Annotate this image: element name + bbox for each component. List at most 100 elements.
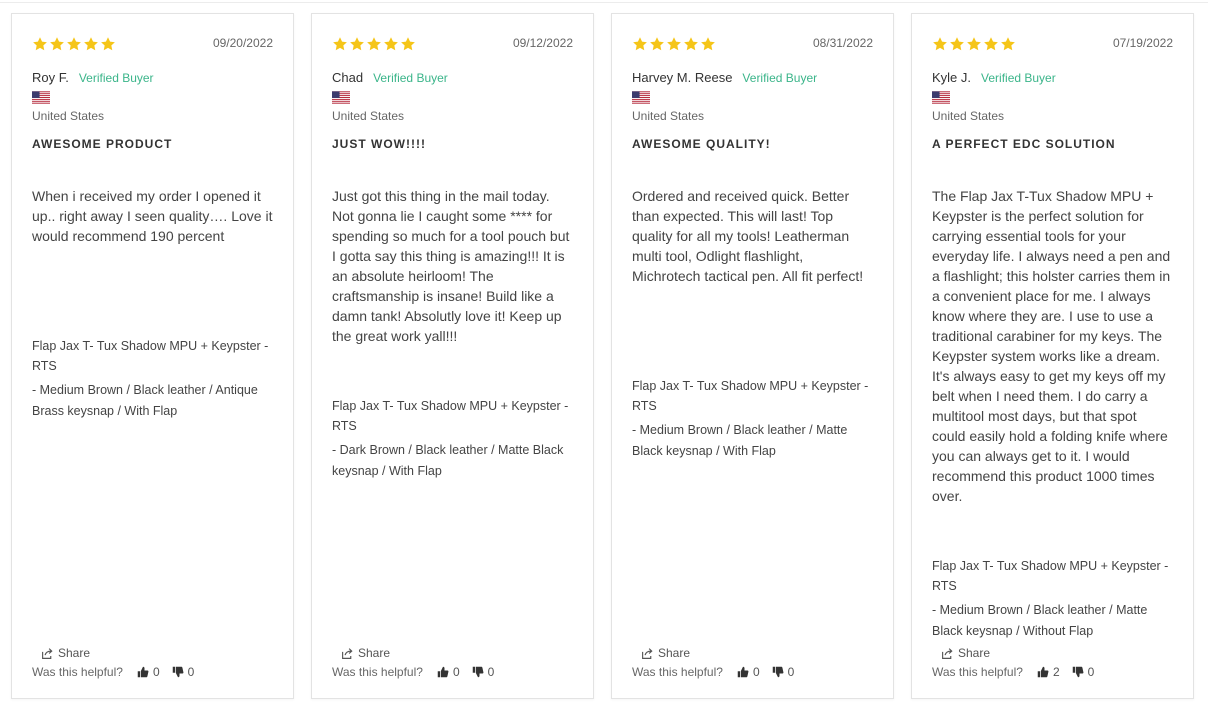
star-icon [700,36,716,52]
helpful-label: Was this helpful? [632,665,723,679]
share-label: Share [658,646,691,660]
us-flag-icon [932,91,950,104]
share-label: Share [58,646,91,660]
review-body: When i received my order I opened it up.… [32,188,273,244]
review-date: 07/19/2022 [1112,36,1173,50]
star-icon [983,36,999,52]
star-rating [632,36,716,52]
product-name: Flap Jax T- Tux Shadow MPU + Keypster - … [632,379,869,413]
helpful-row: Was this helpful? 0 0 [332,665,494,679]
product-variant: - Medium Brown / Black leather / Matte B… [632,423,848,458]
us-flag-icon [632,91,650,104]
reviewer-name: Kyle J. [932,70,972,85]
star-icon [332,36,348,52]
share-button[interactable]: Share [641,646,690,660]
helpful-row: Was this helpful? 2 0 [932,665,1094,679]
share-icon [341,647,354,660]
star-icon [83,36,99,52]
star-icon [349,36,365,52]
product-name: Flap Jax T- Tux Shadow MPU + Keypster - … [332,399,569,433]
review-title: AWESOME QUALITY! [632,137,771,151]
review-card: 07/19/2022 Kyle J. Verified Buyer United… [911,13,1194,699]
star-icon [100,36,116,52]
star-icon [649,36,665,52]
review-body: The Flap Jax T-Tux Shadow MPU + Keypster… [932,188,1171,504]
verified-badge: Verified Buyer [78,71,154,85]
star-icon [49,36,65,52]
reviewer-country: United States [32,109,105,123]
share-icon [641,647,654,660]
upvote-count: 2 [1052,665,1060,679]
top-divider [0,2,1208,3]
thumbs-down-icon[interactable] [172,666,184,678]
reviewer-name: Roy F. [32,70,69,85]
downvote-count: 0 [487,665,495,679]
upvote-count: 0 [752,665,760,679]
us-flag-icon [32,91,50,104]
helpful-label: Was this helpful? [32,665,123,679]
reviewer-name: Chad [332,70,364,85]
review-date: 09/12/2022 [512,36,573,50]
helpful-label: Was this helpful? [332,665,423,679]
review-card: 08/31/2022 Harvey M. Reese Verified Buye… [611,13,894,699]
review-card: 09/20/2022 Roy F. Verified Buyer United … [11,13,294,699]
star-rating [332,36,416,52]
thumbs-up-icon[interactable] [437,666,449,678]
reviewer-country: United States [632,109,705,123]
share-label: Share [358,646,391,660]
review-body: Just got this thing in the mail today. N… [332,188,570,344]
star-icon [683,36,699,52]
helpful-row: Was this helpful? 0 0 [32,665,194,679]
star-icon [383,36,399,52]
review-date: 09/20/2022 [212,36,273,50]
downvote-count: 0 [1087,665,1095,679]
review-date: 08/31/2022 [812,36,873,50]
star-icon [400,36,416,52]
reviewer-country: United States [332,109,405,123]
upvote-count: 0 [452,665,460,679]
share-label: Share [958,646,991,660]
star-icon [1000,36,1016,52]
thumbs-down-icon[interactable] [472,666,484,678]
verified-badge: Verified Buyer [742,71,818,85]
review-title: A PERFECT EDC SOLUTION [932,137,1116,151]
star-icon [966,36,982,52]
star-rating [932,36,1016,52]
star-icon [666,36,682,52]
product-name: Flap Jax T- Tux Shadow MPU + Keypster - … [932,559,1169,593]
product-variant: - Dark Brown / Black leather / Matte Bla… [332,443,564,478]
share-button[interactable]: Share [341,646,390,660]
downvote-count: 0 [787,665,795,679]
star-icon [932,36,948,52]
review-title: JUST WOW!!!! [332,137,426,151]
helpful-row: Was this helpful? 0 0 [632,665,794,679]
downvote-count: 0 [187,665,195,679]
thumbs-down-icon[interactable] [1072,666,1084,678]
reviewer-country: United States [932,109,1005,123]
product-variant: - Medium Brown / Black leather / Matte B… [932,603,1148,638]
product-name: Flap Jax T- Tux Shadow MPU + Keypster - … [32,339,269,373]
reviewer-name: Harvey M. Reese [632,70,733,85]
share-button[interactable]: Share [941,646,990,660]
star-icon [632,36,648,52]
star-icon [66,36,82,52]
us-flag-icon [332,91,350,104]
thumbs-up-icon[interactable] [737,666,749,678]
verified-badge: Verified Buyer [981,71,1056,85]
star-icon [949,36,965,52]
star-icon [366,36,382,52]
thumbs-up-icon[interactable] [1037,666,1049,678]
thumbs-up-icon[interactable] [137,666,149,678]
helpful-label: Was this helpful? [932,665,1023,679]
share-button[interactable]: Share [41,646,90,660]
product-variant: - Medium Brown / Black leather / Antique… [32,383,258,418]
star-rating [32,36,116,52]
share-icon [41,647,54,660]
star-icon [32,36,48,52]
upvote-count: 0 [152,665,160,679]
review-title: AWESOME PRODUCT [32,137,173,151]
thumbs-down-icon[interactable] [772,666,784,678]
verified-badge: Verified Buyer [373,71,448,85]
review-card: 09/12/2022 Chad Verified Buyer United St… [311,13,594,699]
share-icon [941,647,954,660]
